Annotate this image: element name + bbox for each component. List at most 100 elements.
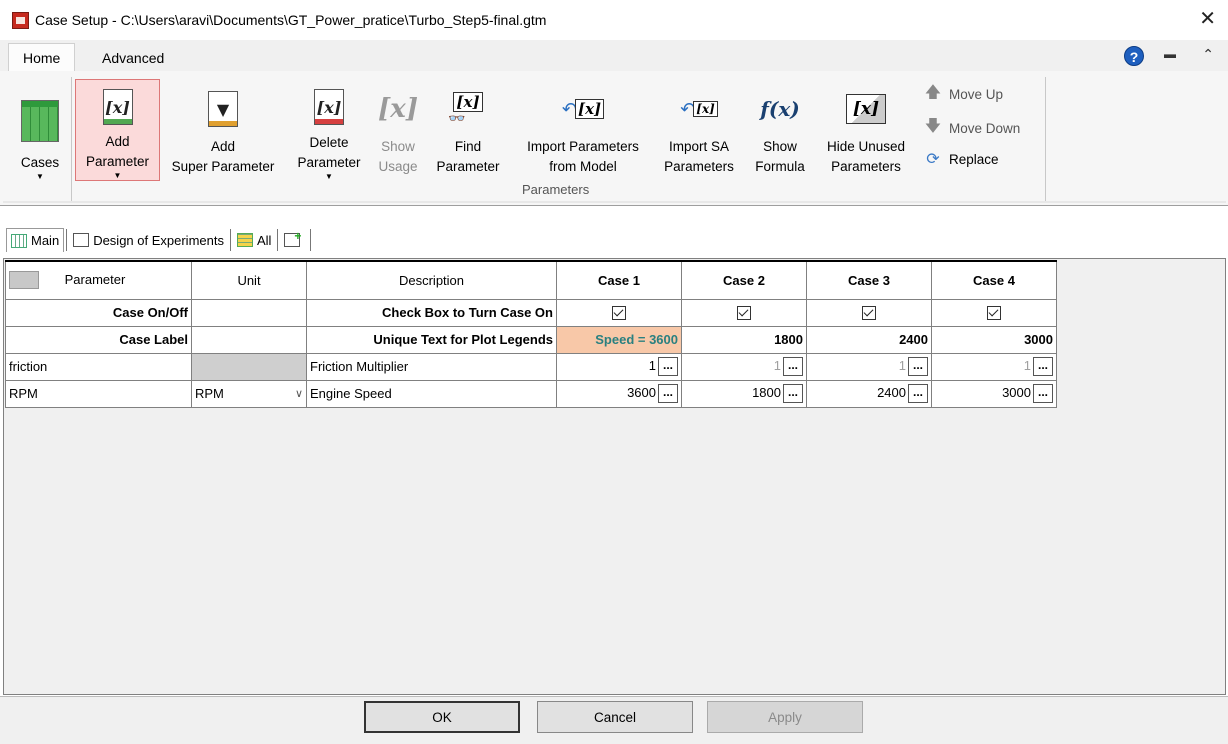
header-unit[interactable]: Unit [191,260,307,300]
case-onoff-unit [191,298,307,327]
rpm-description[interactable]: Engine Speed [306,379,557,408]
friction-case-4-cell[interactable]: 1... [931,352,1057,381]
hide-unused-label-2: Parameters [831,159,901,174]
title-bar: Case Setup - C:\Users\aravi\Documents\GT… [0,0,1228,40]
case-1-checkbox[interactable] [612,306,626,321]
move-up-button[interactable]: 🡅 Move Up [923,81,1003,108]
case-3-checkbox[interactable] [862,306,876,321]
rpm-unit-select[interactable]: RPM ∨ [191,379,307,408]
case-2-checkbox[interactable] [737,306,751,321]
import-parameters-button[interactable]: ↶ [x] Import Parameters from Model [517,79,649,181]
ellipsis-button[interactable]: ... [658,357,678,376]
table-icon [236,233,253,247]
rpm-case-4-cell[interactable]: 3000... [931,379,1057,408]
rpm-case-3-value: 2400 [877,384,906,400]
cases-button[interactable]: Cases ▼ [11,79,69,181]
rpm-case-1-value: 3600 [627,384,656,400]
rpm-case-1-cell[interactable]: 3600... [556,379,682,408]
friction-case-3-cell[interactable]: 1... [806,352,932,381]
case-1-checkbox-cell[interactable] [556,298,682,327]
rpm-case-2-value: 1800 [752,384,781,400]
show-formula-button[interactable]: f(x) Show Formula [749,79,811,181]
add-parameter-label-1: Add [105,134,130,149]
delete-parameter-label-2: Parameter [297,155,361,170]
find-parameter-icon: [x] [453,91,483,112]
friction-case-4-value: 1 [1023,357,1031,373]
ellipsis-button[interactable]: ... [908,384,928,403]
friction-case-1-cell[interactable]: 1... [556,352,682,381]
ellipsis-button[interactable]: ... [783,384,803,403]
friction-case-2-value: 1 [773,357,781,373]
case-3-label-cell[interactable]: 2400 [806,325,932,354]
find-parameter-label-1: Find [454,139,482,154]
select-all-corner[interactable] [9,271,39,290]
ellipsis-button[interactable]: ... [658,384,678,403]
ok-button[interactable]: OK [364,701,520,733]
header-case-2[interactable]: Case 2 [681,260,807,300]
chevron-down-icon: ▼ [325,172,333,181]
case-1-label-cell[interactable]: Speed = 3600 [556,325,682,354]
import-sa-parameters-button[interactable]: ↶ [x] Import SA Parameters [659,79,739,181]
hide-unused-parameters-button[interactable]: [x] Hide Unused Parameters [821,79,911,181]
header-case-3[interactable]: Case 3 [806,260,932,300]
case-4-checkbox-cell[interactable] [931,298,1057,327]
collapse-ribbon-icon[interactable]: ⌃ [1202,46,1214,63]
case-2-checkbox-cell[interactable] [681,298,807,327]
case-4-label-cell[interactable]: 3000 [931,325,1057,354]
new-tab-button[interactable] [280,228,308,252]
tab-advanced[interactable]: Advanced [88,44,178,72]
apply-button[interactable]: Apply [707,701,863,733]
friction-name[interactable]: friction [5,352,192,381]
friction-description[interactable]: Friction Multiplier [306,352,557,381]
header-case-1[interactable]: Case 1 [556,260,682,300]
case-3-checkbox-cell[interactable] [806,298,932,327]
tab-main[interactable]: Main [6,228,65,252]
friction-case-2-cell[interactable]: 1... [681,352,807,381]
rpm-name[interactable]: RPM [5,379,192,408]
window-title: Case Setup - C:\Users\aravi\Documents\GT… [35,12,547,28]
case-2-label-cell[interactable]: 1800 [681,325,807,354]
find-parameter-label-2: Parameter [436,159,500,174]
header-case-4[interactable]: Case 4 [931,260,1057,300]
ribbon-group-label: Parameters [522,182,590,197]
show-usage-button[interactable]: [x] Show Usage [375,79,421,181]
table-header-row: Parameter Unit Description Case 1 Case 2… [5,260,1057,300]
tab-home[interactable]: Home [8,43,76,72]
find-parameter-button[interactable]: [x] 👓 Find Parameter [431,79,505,181]
ellipsis-button[interactable]: ... [1033,357,1053,376]
arrow-down-icon: 🡇 [924,118,942,135]
delete-parameter-button[interactable]: [x] Delete Parameter ▼ [293,79,365,181]
help-icon[interactable]: ? [1124,46,1144,66]
add-parameter-button[interactable]: [x] Add Parameter ▼ [75,79,160,181]
cases-grid-icon [21,100,59,142]
rpm-case-2-cell[interactable]: 1800... [681,379,807,408]
restore-icon[interactable]: ▬ [1164,47,1176,61]
case-4-checkbox[interactable] [987,306,1001,321]
ellipsis-button[interactable]: ... [783,357,803,376]
ribbon: Cases ▼ [x] Add Parameter ▼ ▼ Add Super … [0,71,1228,206]
add-super-parameter-button[interactable]: ▼ Add Super Parameter [165,79,281,181]
import-document-icon: [x] [574,99,605,119]
cancel-button[interactable]: Cancel [537,701,693,733]
rpm-case-3-cell[interactable]: 2400... [806,379,932,408]
close-icon[interactable]: ✕ [1199,9,1216,29]
chevron-down-icon[interactable]: ∨ [295,387,303,400]
dice-icon [73,233,90,247]
header-description[interactable]: Description [306,260,557,300]
grid-icon [11,233,27,248]
tab-all-label: All [256,232,272,248]
ellipsis-button[interactable]: ... [1033,384,1053,403]
tab-design-of-experiments[interactable]: Design of Experiments [69,228,228,252]
tab-all[interactable]: All [233,228,275,252]
friction-unit [191,352,307,381]
tab-separator [310,229,312,251]
move-down-button[interactable]: 🡇 Move Down [923,115,1021,142]
sheet-tabs: Main Design of Experiments All [6,227,313,253]
ellipsis-button[interactable]: ... [908,357,928,376]
header-parameter-label: Parameter [64,271,126,287]
tab-doe-label: Design of Experiments [93,232,224,248]
import-parameters-label-2: from Model [549,159,617,174]
replace-button[interactable]: ⟳ Replace [923,149,998,169]
replace-icon: ⟳ [926,151,940,168]
header-parameter[interactable]: Parameter [5,260,192,300]
